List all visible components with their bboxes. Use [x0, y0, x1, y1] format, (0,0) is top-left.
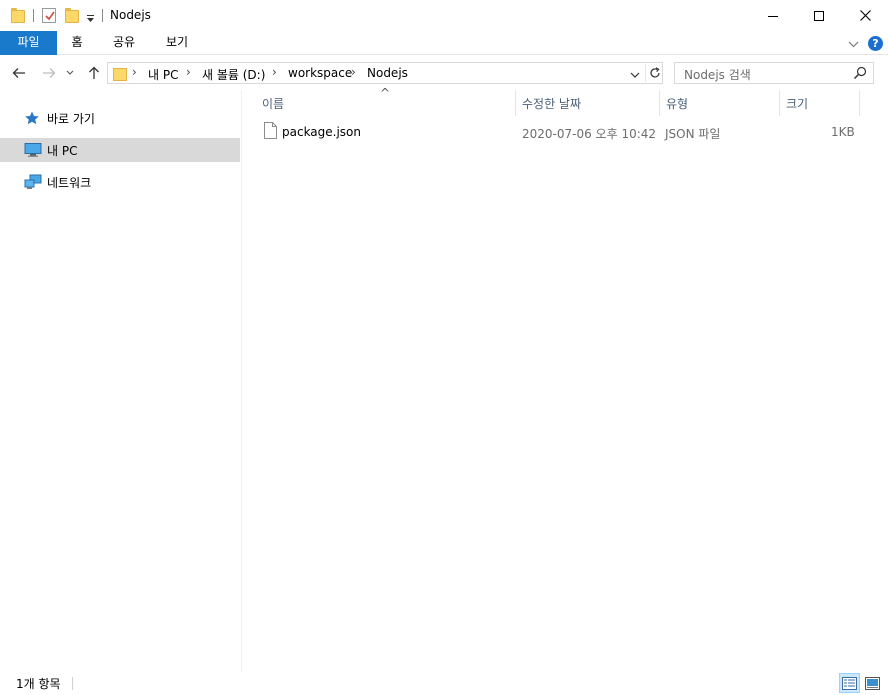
sidebar-item-label: 내 PC [47, 144, 78, 158]
chevron-down-icon [630, 72, 640, 78]
file-row[interactable]: package.json 2020-07-06 오후 10:42 JSON 파일… [258, 120, 868, 144]
breadcrumb-workspace[interactable]: workspace [288, 66, 352, 80]
column-header-label: 크기 [786, 97, 809, 111]
chevron-down-icon [66, 70, 74, 75]
address-bar[interactable]: › 내 PC › 새 볼륨 (D:) › workspace › Nodejs [107, 62, 663, 84]
tab-share[interactable]: 공유 [104, 31, 144, 55]
breadcrumb-volume-d[interactable]: 새 볼륨 (D:) [202, 66, 265, 83]
expand-ribbon-button[interactable] [848, 38, 859, 52]
sidebar-item-network[interactable]: 네트워크 [0, 170, 240, 194]
tab-view[interactable]: 보기 [157, 31, 197, 55]
minimize-icon [768, 15, 778, 17]
refresh-button[interactable] [645, 64, 663, 82]
ribbon: 파일 홈 공유 보기 ? [0, 31, 888, 55]
column-header-label: 유형 [666, 97, 689, 111]
large-icons-view-icon [865, 676, 880, 690]
file-modified: 2020-07-06 오후 10:42 [522, 127, 657, 141]
properties-icon[interactable] [42, 8, 56, 23]
column-header-label: 이름 [262, 97, 285, 111]
sidebar-item-label: 바로 가기 [47, 112, 95, 126]
star-icon [24, 110, 42, 126]
pane-splitter[interactable] [241, 90, 242, 672]
maximize-button[interactable] [796, 0, 842, 31]
search-placeholder: Nodejs 검색 [684, 68, 751, 82]
separator [72, 677, 73, 690]
sidebar-item-this-pc[interactable]: 내 PC [0, 138, 240, 162]
tab-home[interactable]: 홈 [61, 31, 93, 55]
column-header-label: 수정한 날짜 [522, 97, 582, 111]
separator [33, 9, 34, 22]
navigation-pane: 바로 가기 내 PC 네트워크 [0, 90, 241, 672]
column-header-size[interactable]: 크기 [780, 90, 859, 116]
window-title: Nodejs [110, 8, 151, 22]
sidebar-item-label: 네트워크 [47, 176, 92, 190]
chevron-right-icon[interactable]: › [132, 65, 137, 79]
chevron-right-icon[interactable]: › [272, 65, 277, 79]
column-header-modified[interactable]: 수정한 날짜 [516, 90, 659, 116]
separator [102, 9, 103, 22]
address-history-button[interactable] [630, 68, 640, 82]
new-folder-icon[interactable] [65, 8, 79, 23]
chevron-right-icon[interactable]: › [351, 65, 356, 79]
folder-icon [113, 66, 127, 81]
network-icon [24, 174, 42, 190]
computer-icon [24, 142, 42, 158]
sidebar-item-quick-access[interactable]: 바로 가기 [0, 106, 240, 130]
file-size: 1KB [831, 125, 855, 139]
maximize-icon [814, 10, 824, 21]
details-view-button[interactable] [839, 673, 860, 693]
arrow-right-icon [43, 68, 56, 78]
search-input[interactable]: Nodejs 검색 [674, 62, 874, 84]
column-header-type[interactable]: 유형 [660, 90, 779, 116]
file-type: JSON 파일 [665, 127, 721, 141]
column-header-name[interactable]: 이름 [258, 90, 516, 116]
folder-icon[interactable] [11, 8, 25, 23]
back-button[interactable] [9, 63, 29, 83]
chevron-right-icon[interactable]: › [186, 65, 191, 79]
search-icon[interactable] [853, 66, 867, 83]
recent-locations-button[interactable] [63, 63, 77, 83]
chevron-down-icon [848, 41, 859, 48]
refresh-icon [649, 67, 660, 78]
close-icon [859, 10, 871, 21]
file-name: package.json [282, 125, 362, 139]
arrow-left-icon [12, 68, 25, 78]
details-view-icon [842, 676, 857, 690]
arrow-up-icon [89, 66, 99, 79]
close-button[interactable] [842, 0, 888, 31]
help-icon[interactable]: ? [868, 36, 883, 51]
forward-button[interactable] [39, 63, 59, 83]
title-bar: Nodejs [0, 0, 888, 31]
breadcrumb-nodejs[interactable]: Nodejs [367, 66, 408, 80]
up-button[interactable] [84, 63, 104, 83]
large-icons-view-button[interactable] [862, 673, 883, 693]
document-icon [264, 122, 277, 139]
tab-file[interactable]: 파일 [0, 31, 57, 55]
status-bar: 1개 항목 [0, 672, 888, 695]
minimize-button[interactable] [750, 0, 796, 31]
column-divider[interactable] [859, 90, 860, 116]
breadcrumb-this-pc[interactable]: 내 PC [148, 66, 178, 83]
customize-toolbar-icon[interactable] [86, 12, 95, 22]
item-count: 1개 항목 [16, 677, 61, 691]
